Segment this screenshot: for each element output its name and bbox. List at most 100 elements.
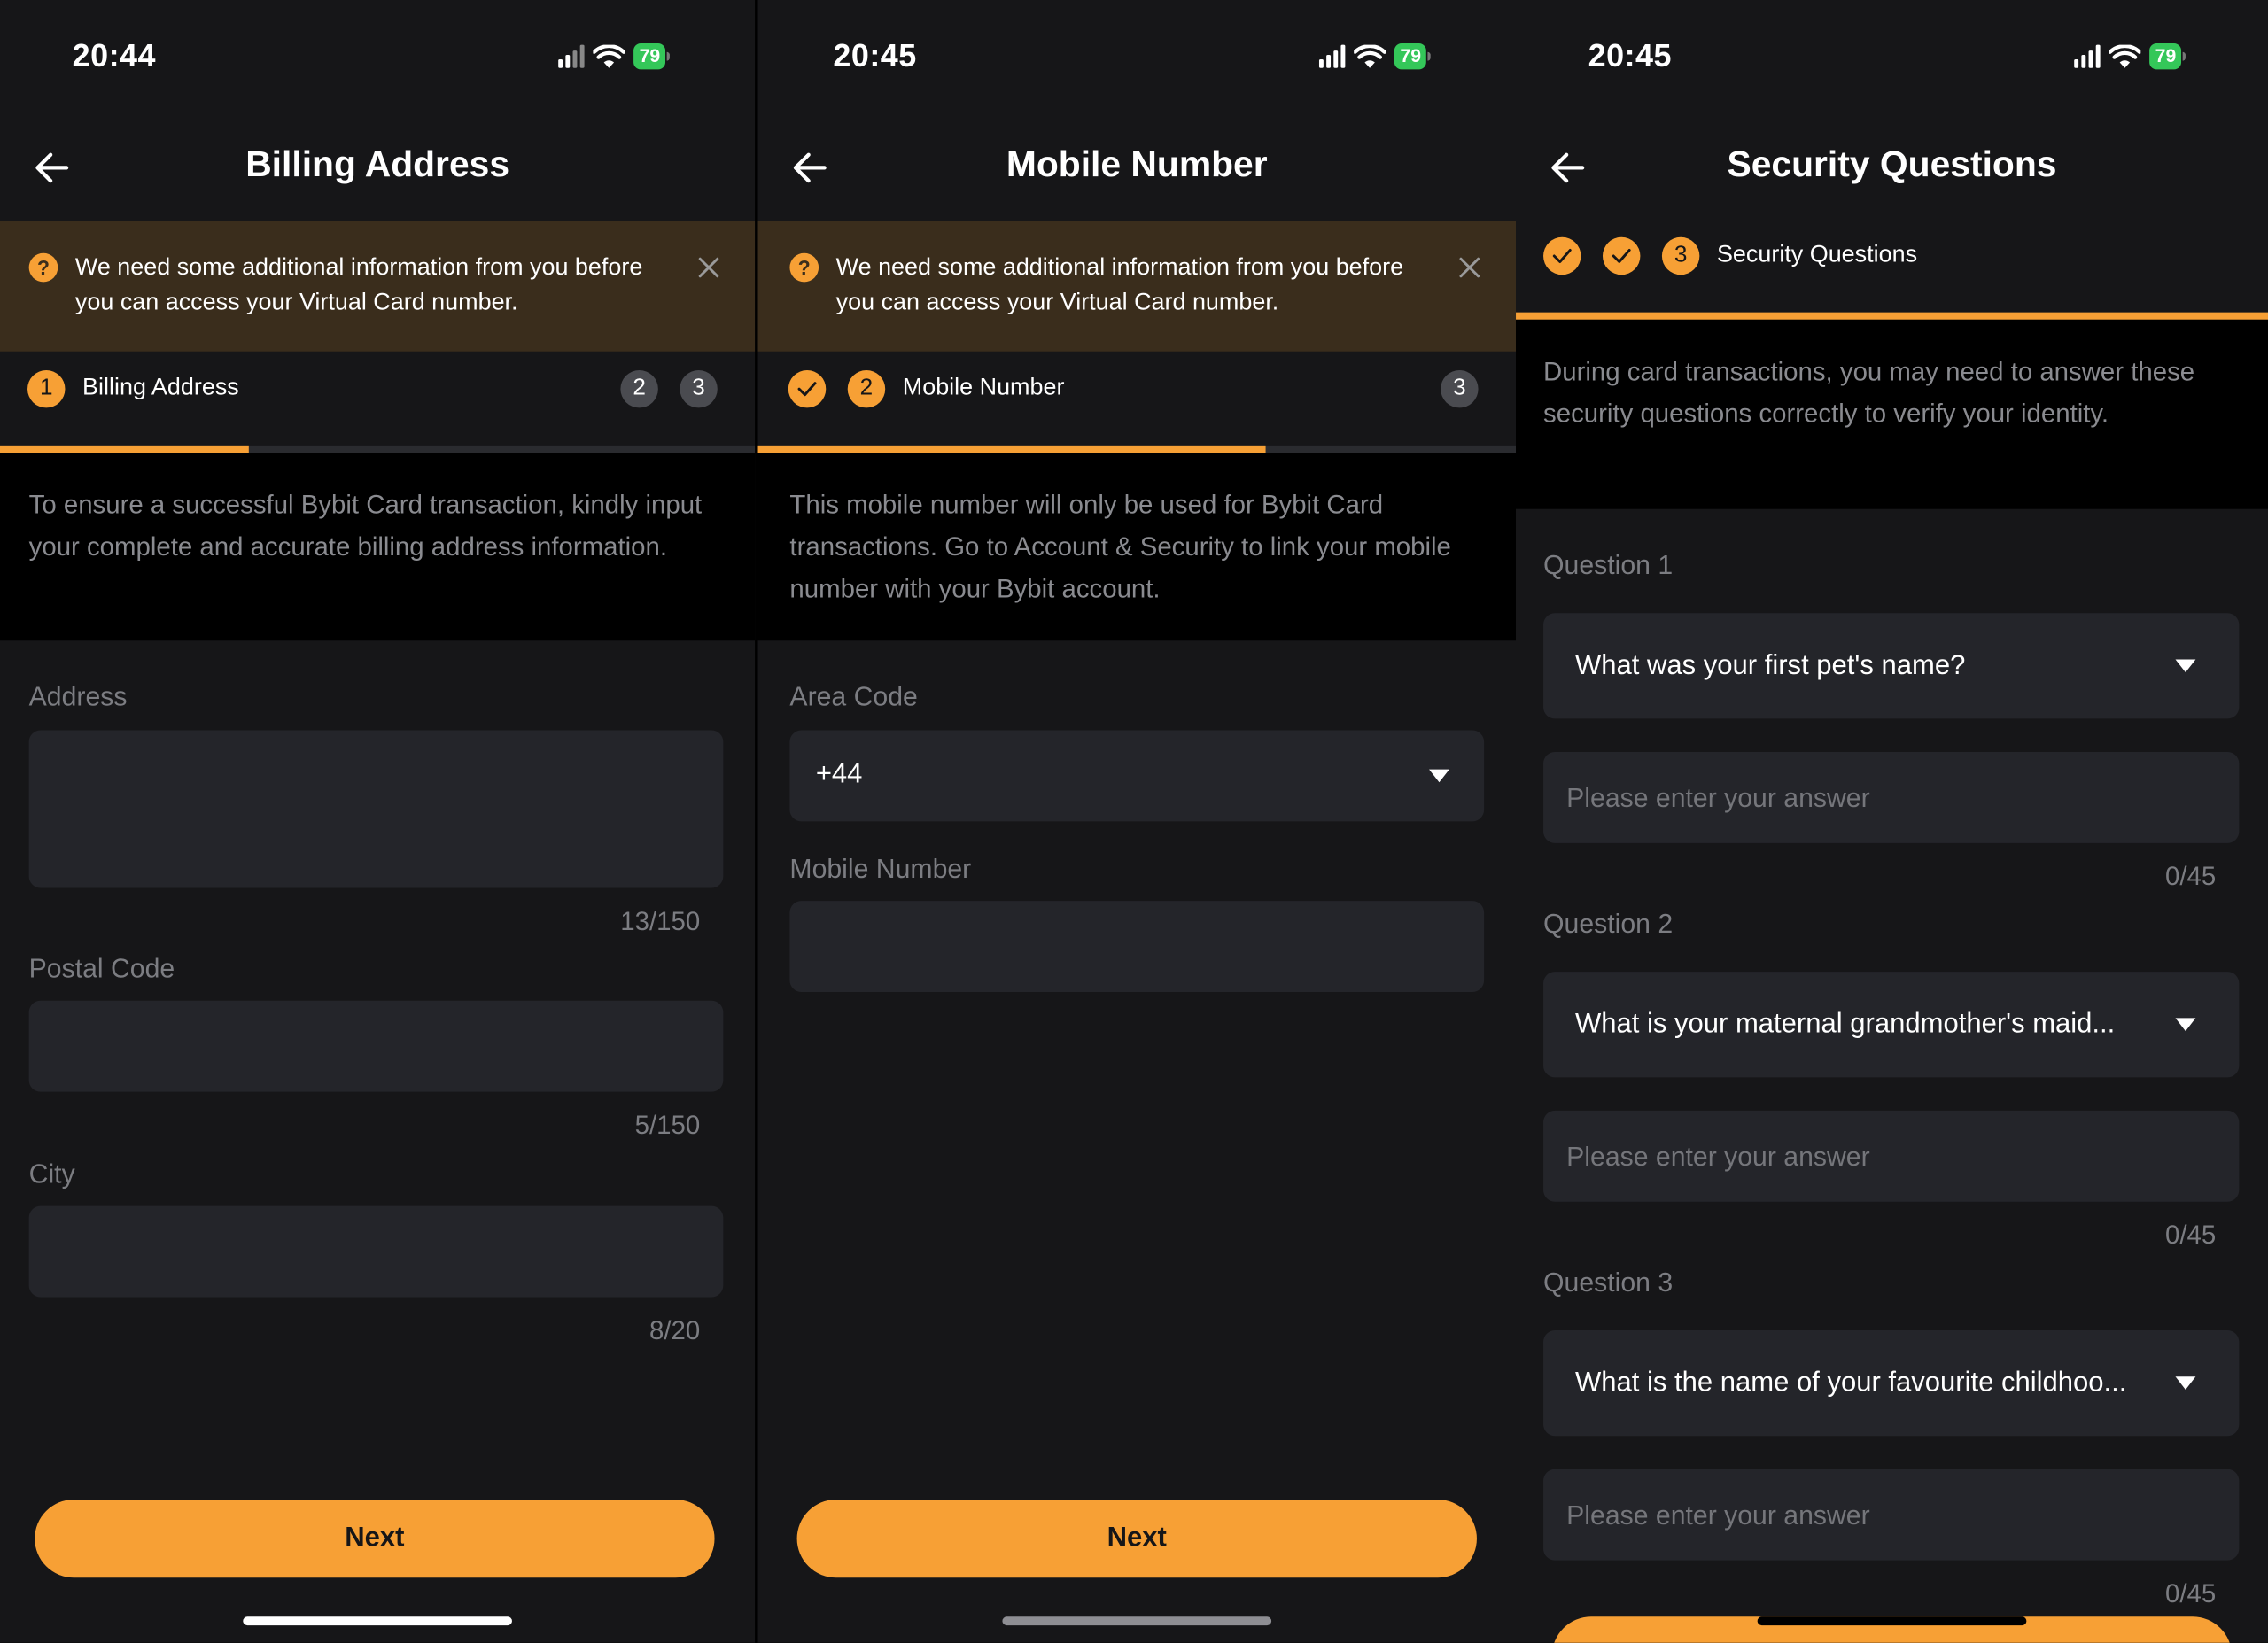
signal-icon [2074, 44, 2101, 68]
answer-3-input[interactable]: Please enter your answer [1543, 1469, 2240, 1561]
check-icon [1552, 248, 1572, 263]
postal-code-input[interactable] [28, 1000, 724, 1092]
step-progress-fill [1516, 312, 2268, 320]
question-2-label: Question 2 [1543, 908, 1674, 939]
status-icons: 79 [2074, 41, 2186, 73]
description-block: To ensure a successful Bybit Card transa… [0, 453, 756, 641]
active-step-label: Billing Address [82, 374, 239, 401]
status-icons: 79 [1318, 41, 1432, 73]
status-bar: 20:44 79 [0, 0, 755, 110]
description-text: To ensure a successful Bybit Card transa… [28, 490, 703, 562]
city-label: City [28, 1158, 75, 1190]
battery-level: 79 [1394, 43, 1427, 70]
billing-address-screen: 20:44 79 Billing Address ? We need some … [0, 0, 756, 1643]
city-counter: 8/20 [649, 1315, 701, 1345]
active-step-label: Security Questions [1716, 241, 1918, 268]
city-input[interactable] [28, 1205, 724, 1298]
status-time: 20:45 [1588, 37, 1672, 74]
step-1-complete [1543, 236, 1581, 275]
wifi-icon [2109, 43, 2141, 67]
area-code-value: +44 [815, 759, 863, 790]
battery-icon: 79 [1394, 43, 1432, 70]
status-bar: 20:45 79 [758, 0, 1517, 110]
caret-down-icon [2175, 659, 2196, 673]
step-progress-track [757, 445, 1517, 453]
step-progress-fill [757, 445, 1266, 453]
address-label: Address [28, 680, 128, 712]
active-step-label: Mobile Number [902, 374, 1065, 401]
status-bar: 20:45 79 [1516, 0, 2268, 110]
wifi-icon [593, 43, 625, 67]
caret-down-icon [1429, 769, 1449, 783]
step-2-indicator: 2 [620, 369, 658, 408]
question-1-select[interactable]: What was your first pet's name? [1543, 613, 2240, 719]
step-3-indicator: 3 [680, 369, 718, 408]
caret-down-icon [2175, 1018, 2196, 1032]
home-indicator[interactable] [1002, 1616, 1272, 1626]
step-1-complete [788, 369, 827, 408]
home-indicator[interactable] [1757, 1616, 2027, 1626]
check-icon [797, 382, 817, 397]
next-button[interactable]: Next [796, 1500, 1477, 1578]
area-code-label: Area Code [789, 680, 918, 712]
question-1-value: What was your first pet's name? [1574, 650, 1966, 681]
answer-2-counter: 0/45 [2165, 1220, 2217, 1250]
question-circle-icon: ? [789, 252, 819, 283]
postal-code-counter: 5/150 [634, 1110, 701, 1140]
answer-3-placeholder: Please enter your answer [1566, 1500, 1870, 1531]
step-progress-fill [0, 445, 250, 453]
step-progress-track [1516, 312, 2268, 320]
status-icons: 79 [558, 41, 671, 73]
battery-icon: 79 [633, 43, 671, 70]
battery-icon: 79 [2149, 43, 2186, 70]
stepper: 2 Mobile Number 3 [758, 353, 1517, 445]
step-3-indicator: 3 [1661, 236, 1700, 275]
signal-icon [1318, 44, 1346, 68]
nav-bar: Billing Address [0, 112, 755, 222]
description-block: During card transactions, you may need t… [1516, 319, 2268, 509]
stepper: 3 Security Questions [1516, 220, 2268, 312]
page-title: Mobile Number [1006, 144, 1268, 185]
notice-text: We need some additional information from… [74, 254, 643, 315]
answer-1-input[interactable]: Please enter your answer [1543, 751, 2240, 843]
answer-1-counter: 0/45 [2165, 862, 2217, 891]
step-progress-track [0, 445, 756, 453]
notice-text: We need some additional information from… [835, 254, 1404, 315]
caret-down-icon [2175, 1376, 2196, 1390]
check-icon [1612, 248, 1631, 263]
postal-code-label: Postal Code [28, 952, 175, 984]
question-2-select[interactable]: What is your maternal grandmother's maid… [1543, 972, 2240, 1078]
area-code-select[interactable]: +44 [789, 730, 1485, 822]
wifi-icon [1354, 43, 1386, 67]
info-notice: ? We need some additional information fr… [0, 221, 756, 352]
description-text: During card transactions, you may need t… [1543, 357, 2195, 429]
close-icon[interactable] [697, 256, 720, 279]
battery-level: 79 [2149, 43, 2182, 70]
question-3-value: What is the name of your favourite child… [1574, 1368, 2127, 1399]
mobile-number-label: Mobile Number [789, 853, 972, 884]
signal-icon [558, 44, 585, 68]
description-text: This mobile number will only be used for… [789, 490, 1451, 603]
answer-3-counter: 0/45 [2165, 1578, 2217, 1608]
address-counter: 13/150 [620, 906, 701, 936]
step-2-indicator: 2 [847, 369, 886, 408]
battery-level: 79 [633, 43, 666, 70]
address-input[interactable] [28, 730, 724, 888]
step-1-indicator: 1 [27, 369, 66, 408]
screenshot-stage: 20:44 79 Billing Address ? We need some … [0, 0, 2268, 1643]
page-title: Billing Address [245, 144, 510, 185]
home-indicator[interactable] [243, 1616, 512, 1626]
answer-1-placeholder: Please enter your answer [1566, 782, 1870, 813]
answer-2-placeholder: Please enter your answer [1566, 1141, 1870, 1172]
close-icon[interactable] [1458, 256, 1481, 279]
mobile-number-input[interactable] [789, 901, 1485, 992]
step-2-complete [1602, 236, 1641, 275]
step-3-indicator: 3 [1441, 369, 1479, 408]
answer-2-input[interactable]: Please enter your answer [1543, 1110, 2240, 1202]
nav-bar: Mobile Number [758, 112, 1517, 222]
next-button[interactable]: Next [35, 1500, 715, 1578]
description-block: This mobile number will only be used for… [757, 453, 1517, 641]
security-questions-screen: 20:45 79 Security Questions 3 Security Q… [1516, 0, 2268, 1643]
question-3-select[interactable]: What is the name of your favourite child… [1543, 1330, 2240, 1437]
question-1-label: Question 1 [1543, 549, 1674, 580]
